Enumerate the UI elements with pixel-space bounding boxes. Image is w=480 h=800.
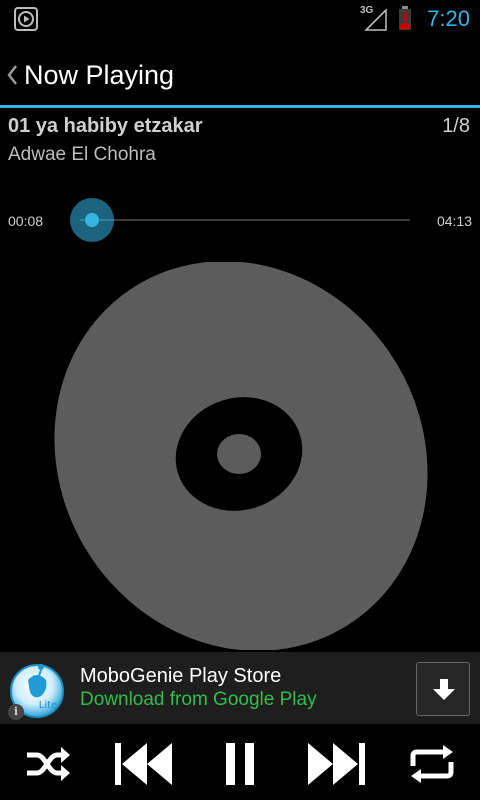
- battery-icon: [398, 6, 412, 30]
- repeat-icon: [410, 745, 454, 783]
- action-bar-divider: [0, 105, 480, 108]
- ad-title[interactable]: MoboGenie Play Store: [80, 664, 281, 688]
- next-button[interactable]: [306, 736, 366, 792]
- total-time: 04:13: [436, 213, 472, 229]
- repeat-button[interactable]: [402, 736, 462, 792]
- playback-controls: [0, 724, 480, 800]
- ad-banner[interactable]: Lite i MoboGenie Play Store Download fro…: [0, 652, 480, 724]
- status-bar: 3G 7:20: [0, 0, 480, 38]
- track-index: 1/8: [442, 115, 470, 137]
- pause-button[interactable]: [210, 736, 270, 792]
- download-button[interactable]: [416, 662, 470, 716]
- shuffle-icon: [27, 747, 70, 781]
- download-arrow-icon: [433, 679, 455, 700]
- seek-bar[interactable]: [80, 219, 410, 221]
- shuffle-button[interactable]: [18, 736, 78, 792]
- seek-thumb-core: [84, 213, 99, 227]
- ad-subtitle[interactable]: Download from Google Play: [80, 688, 317, 712]
- seek-thumb[interactable]: [69, 198, 114, 242]
- status-time: 7:20: [427, 6, 470, 31]
- pause-icon: [226, 743, 254, 785]
- action-bar[interactable]: Now Playing: [0, 38, 480, 106]
- media-notification-icon: [14, 7, 38, 31]
- skip-next-icon: [308, 743, 365, 785]
- ad-logo-text: Lite: [39, 700, 57, 711]
- disc-icon: [48, 261, 434, 655]
- previous-button[interactable]: [114, 736, 174, 792]
- info-icon[interactable]: i: [8, 704, 24, 720]
- elapsed-time: 00:08: [8, 213, 44, 229]
- track-artist: Adwae El Chohra: [8, 144, 156, 165]
- chevron-left-icon[interactable]: [6, 64, 18, 91]
- signal-icon: 3G: [360, 5, 388, 32]
- page-title: Now Playing: [24, 60, 175, 90]
- track-title: 01 ya habiby etzakar: [8, 115, 203, 137]
- skip-previous-icon: [115, 743, 172, 785]
